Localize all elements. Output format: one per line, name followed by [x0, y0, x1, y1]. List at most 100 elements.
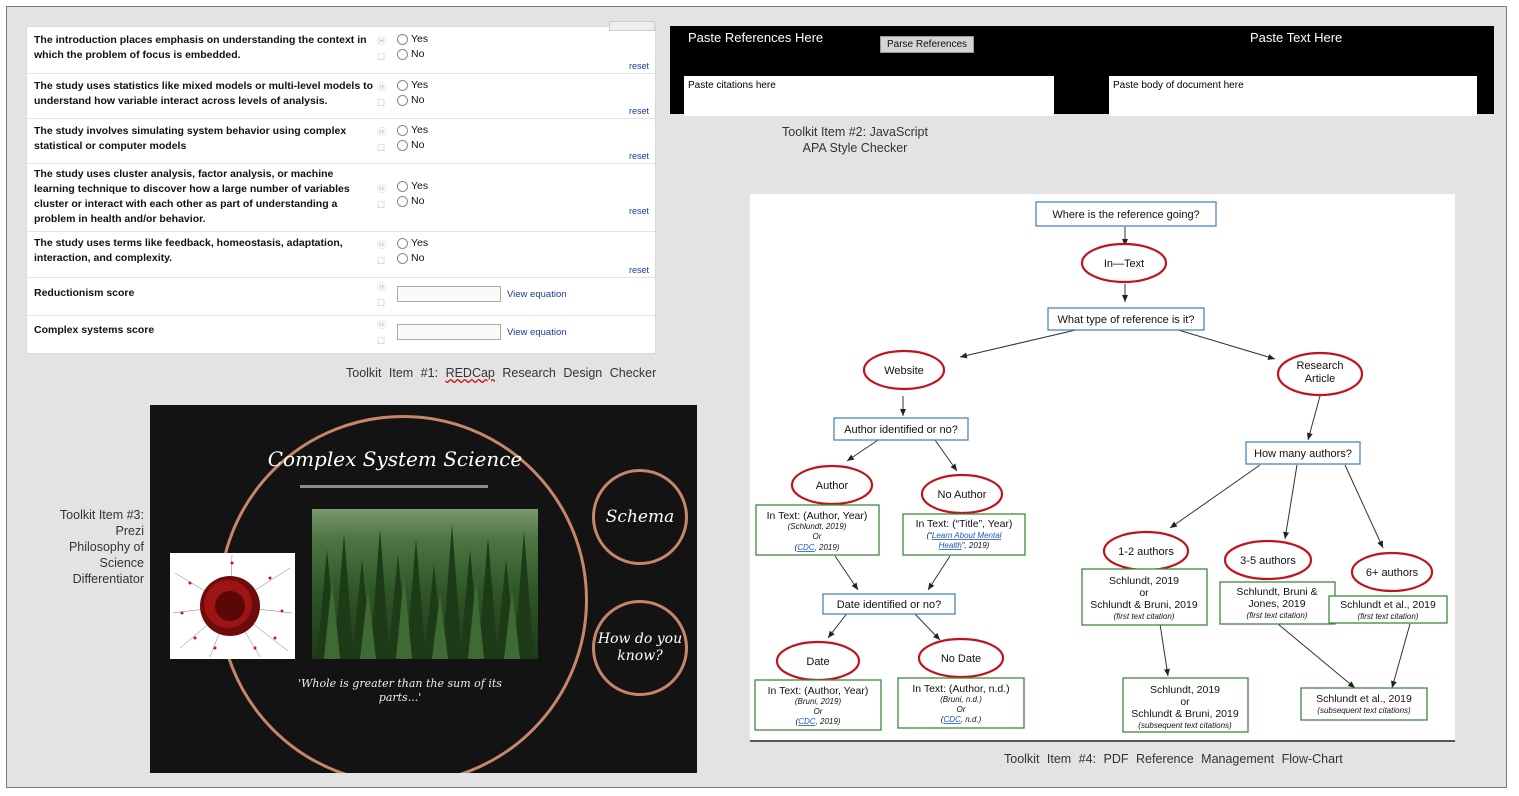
- caption-line: Differentiator: [72, 572, 144, 586]
- question-how-many-text: How many authors?: [1254, 448, 1352, 460]
- no-date-label: No Date: [941, 653, 981, 665]
- history-icon[interactable]: Ⓗ ☐: [377, 317, 386, 349]
- caption-line: Science: [99, 556, 144, 570]
- question-type-text: What type of reference is it?: [1058, 314, 1195, 326]
- history-icon[interactable]: Ⓗ ☐: [377, 237, 386, 269]
- view-equation-link[interactable]: View equation: [507, 327, 567, 338]
- result-text: (subsequent text citations): [1138, 721, 1232, 730]
- article-label: Article: [1305, 373, 1336, 385]
- reset-link[interactable]: reset: [629, 106, 649, 116]
- svg-text:(CDC, n.d.): (CDC, n.d.): [941, 715, 982, 724]
- toolkit-caption-2: Toolkit Item #2: JavaScript APA Style Ch…: [745, 124, 965, 156]
- how-do-you-know-circle[interactable]: How do you know?: [592, 600, 688, 696]
- result-text: (subsequent text citations): [1317, 706, 1411, 715]
- radio-yes[interactable]: [397, 34, 408, 45]
- in-text-label: In—Text: [1104, 258, 1144, 270]
- caption-line: Philosophy of: [68, 540, 144, 554]
- prezi-title: Complex System Science: [267, 447, 523, 471]
- how-label: know?: [617, 648, 663, 664]
- question-date-box: Date identified or no?: [822, 593, 956, 615]
- schema-circle[interactable]: Schema: [592, 469, 688, 565]
- result-text: In Text: (Author, Year): [767, 510, 868, 522]
- score-label: Complex systems score: [34, 324, 155, 336]
- result-text: In Text: (Author, n.d.): [912, 683, 1009, 695]
- result-text: Schlundt & Bruni, 2019: [1131, 708, 1239, 720]
- svg-text:(“Learn About Mental: (“Learn About Mental: [927, 531, 1002, 540]
- caption-redcap-word: REDCap: [445, 366, 495, 380]
- reductionism-score-field[interactable]: [397, 286, 501, 302]
- result-text: (first text citation): [1247, 611, 1308, 620]
- caption-line: APA Style Checker: [802, 141, 908, 155]
- score-row: Reductionism score Ⓗ ☐ View equation: [27, 277, 655, 316]
- option-label: Yes: [411, 124, 429, 136]
- reset-link[interactable]: reset: [629, 206, 649, 216]
- result-text: Jones, 2019: [1248, 598, 1305, 610]
- result-text: In Text: (Author, Year): [768, 685, 869, 697]
- history-icon[interactable]: Ⓗ ☐: [377, 124, 386, 156]
- flowchart-panel: Where is the reference going? What type …: [750, 194, 1455, 742]
- option-label: Yes: [411, 237, 429, 249]
- radio-no[interactable]: [397, 49, 408, 60]
- score-row: Complex systems score Ⓗ ☐ View equation: [27, 315, 655, 353]
- radio-yes[interactable]: [397, 80, 408, 91]
- result-text: , 2019): [815, 543, 840, 552]
- website-label: Website: [884, 365, 924, 377]
- radio-no[interactable]: [397, 253, 408, 264]
- radio-no[interactable]: [397, 140, 408, 151]
- question-type-box: What type of reference is it?: [1047, 307, 1205, 331]
- svg-text:Health”, 2019): Health”, 2019): [939, 541, 990, 550]
- caption-text: Toolkit Item #1:: [346, 366, 439, 380]
- learn-about-mental-link[interactable]: Learn About Mental: [932, 531, 1002, 540]
- prezi-quote: 'Whole is greater than the sum of its pa…: [298, 677, 502, 704]
- question-author-text: Author identified or no?: [844, 424, 958, 436]
- result-text: Schlundt et al., 2019: [1340, 599, 1436, 611]
- result-text: (first text citation): [1358, 612, 1419, 621]
- question-date-text: Date identified or no?: [837, 599, 942, 611]
- reset-link[interactable]: reset: [629, 61, 649, 71]
- view-equation-link[interactable]: View equation: [507, 289, 567, 300]
- radio-yes[interactable]: [397, 125, 408, 136]
- result-text: or: [1139, 587, 1149, 599]
- toolkit-caption-1: Toolkit Item #1: REDCap Research Design …: [346, 366, 656, 380]
- history-icon[interactable]: Ⓗ ☐: [377, 279, 386, 311]
- question-author-box: Author identified or no?: [833, 417, 969, 441]
- result-text: Or: [957, 705, 966, 714]
- parse-references-button[interactable]: Parse References: [880, 36, 975, 53]
- cdc-link[interactable]: CDC: [943, 715, 961, 724]
- result-text: Or: [814, 707, 823, 716]
- history-icon[interactable]: Ⓗ ☐: [377, 33, 386, 65]
- history-icon[interactable]: Ⓗ ☐: [377, 181, 386, 213]
- reset-link[interactable]: reset: [629, 265, 649, 275]
- prezi-canvas: Complex System Science 'Whole is greater…: [150, 405, 697, 773]
- result-text: ”, 2019): [962, 541, 990, 550]
- question-where-text: Where is the reference going?: [1052, 209, 1199, 221]
- radio-no[interactable]: [397, 95, 408, 106]
- forest-image: [312, 509, 538, 659]
- history-icon[interactable]: Ⓗ ☐: [377, 79, 386, 111]
- radio-yes[interactable]: [397, 181, 408, 192]
- result-text: Or: [813, 532, 822, 541]
- result-text: Schlundt, Bruni &: [1236, 586, 1317, 598]
- radio-yes[interactable]: [397, 238, 408, 249]
- question-text: The study uses cluster analysis, factor …: [34, 168, 350, 225]
- body-textarea[interactable]: Paste body of document here: [1109, 76, 1477, 116]
- radio-no[interactable]: [397, 196, 408, 207]
- complex-systems-score-field[interactable]: [397, 324, 501, 340]
- option-label: No: [411, 48, 425, 60]
- result-text: (Bruni, n.d.): [940, 695, 982, 704]
- result-text: Schlundt, 2019: [1150, 684, 1220, 696]
- question-text: The study uses terms like feedback, home…: [34, 237, 343, 264]
- citations-textarea[interactable]: Paste citations here: [684, 76, 1054, 116]
- cdc-link[interactable]: CDC: [798, 717, 816, 726]
- one-two-authors-label: 1-2 authors: [1118, 546, 1174, 558]
- caption-line: Toolkit Item #2: JavaScript: [782, 125, 928, 139]
- six-plus-authors-label: 6+ authors: [1366, 567, 1419, 579]
- result-text: Schlundt et al., 2019: [1316, 693, 1412, 705]
- health-link[interactable]: Health: [939, 541, 963, 550]
- caption-line: Prezi: [115, 524, 144, 538]
- option-label: No: [411, 94, 425, 106]
- cdc-link[interactable]: CDC: [797, 543, 815, 552]
- reset-link[interactable]: reset: [629, 151, 649, 161]
- date-label: Date: [806, 656, 829, 668]
- option-label: No: [411, 252, 425, 264]
